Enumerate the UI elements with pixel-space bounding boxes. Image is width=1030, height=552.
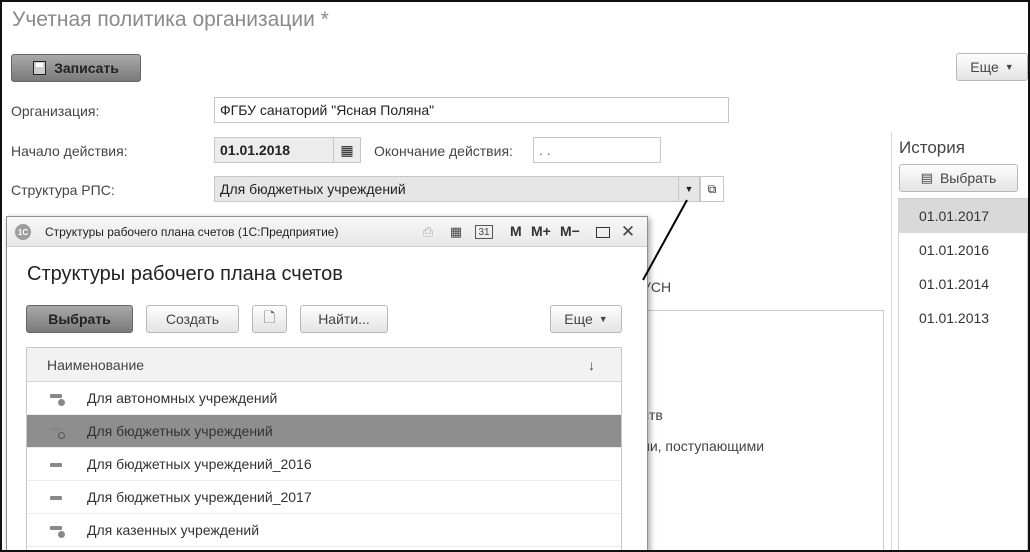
form-title: Учетная политика организации * [12,8,329,31]
popup-select-button[interactable]: Выбрать [26,305,133,333]
select-list-icon: ▤ [920,170,933,185]
history-select-button[interactable]: ▤ Выбрать [899,164,1018,192]
row-label: Для автономных учреждений [87,390,278,406]
popup-window-title: Структуры рабочего плана счетов (1С:Пред… [45,225,339,239]
open-link-icon[interactable]: ⧉ [700,176,724,202]
popup-create-button[interactable]: Создать [146,305,239,333]
history-item[interactable]: 01.01.2017 [899,199,1027,233]
popup-find-button[interactable]: Найти... [300,305,388,333]
history-item[interactable]: 01.01.2013 [899,301,1027,335]
history-list: 01.01.2017 01.01.2016 01.01.2014 01.01.2013 [898,198,1028,550]
end-date-label: Окончание действия: [374,143,513,159]
background-partial-text-2: ии, поступающими [642,438,765,454]
group-item-icon [27,514,87,547]
structures-table: Наименование ↓ Для автономных учреждений… [26,347,622,550]
memory-minus-button[interactable]: M− [560,223,580,239]
memory-button[interactable]: M [510,223,522,239]
column-header-name[interactable]: Наименование [47,357,144,373]
structure-field[interactable]: Для бюджетных учреждений [214,176,679,202]
dropdown-arrow-icon: ▼ [1004,62,1014,72]
structure-label: Структура РПС: [11,182,115,198]
row-label: Для бюджетных учреждений_2017 [87,489,312,505]
1c-logo-icon: 1С [15,224,31,240]
table-row[interactable]: Для бюджетных учреждений [27,415,621,448]
main-window: Учетная политика организации * Записать … [0,0,1030,552]
history-separator [891,132,892,550]
group-item-icon [27,382,87,415]
start-date-field[interactable]: 01.01.2018 [214,137,334,163]
more-label: Еще [970,59,999,75]
organization-label: Организация: [11,103,100,119]
save-button[interactable]: Записать [11,54,141,82]
close-icon[interactable]: ✕ [620,222,636,241]
structures-popup-window: 1С Структуры рабочего плана счетов (1С:П… [6,216,648,550]
item-icon [27,448,87,481]
item-icon [27,481,87,514]
save-disk-icon [33,61,47,75]
start-date-label: Начало действия: [11,143,128,159]
row-label: Для бюджетных учреждений [87,423,273,439]
popup-heading: Структуры рабочего плана счетов [27,263,343,285]
popup-more-button[interactable]: Еще ▼ [550,305,622,333]
print-icon[interactable]: ⎙ [419,224,437,240]
sort-arrow-icon[interactable]: ↓ [588,357,595,373]
history-item[interactable]: 01.01.2014 [899,267,1027,301]
table-row[interactable]: Для бюджетных учреждений_2017 [27,481,621,514]
row-label: Для бюджетных учреждений_2016 [87,456,312,472]
table-header: Наименование ↓ [27,348,621,382]
table-row[interactable]: Для автономных учреждений [27,382,621,415]
history-select-label: Выбрать [939,170,997,186]
memory-plus-button[interactable]: M+ [531,223,551,239]
background-panel [630,310,884,550]
row-label: Для казенных учреждений [87,522,260,538]
popup-titlebar: 1С Структуры рабочего плана счетов (1С:П… [7,217,647,247]
more-button[interactable]: Еще ▼ [956,53,1028,81]
table-row[interactable]: Для казенных учреждений [27,514,621,547]
organization-field[interactable]: ФГБУ санаторий "Ясная Поляна" [214,97,729,123]
save-label: Записать [54,60,119,76]
calendar-icon[interactable]: 31 [475,225,493,239]
calendar-icon[interactable]: ▦ [333,137,361,163]
popup-more-label: Еще [564,311,593,327]
end-date-field[interactable]: . . [533,137,661,163]
maximize-icon[interactable] [596,227,610,238]
dropdown-arrow-icon: ▼ [598,314,608,324]
history-title: История [899,138,965,157]
table-row[interactable]: Для бюджетных учреждений_2016 [27,448,621,481]
calculator-icon[interactable]: ▦ [447,224,465,240]
group-item-icon [27,415,87,448]
history-item[interactable]: 01.01.2016 [899,233,1027,267]
copy-document-icon[interactable]: 🗋 [252,305,287,333]
dropdown-arrow-icon[interactable]: ▼ [678,176,700,202]
